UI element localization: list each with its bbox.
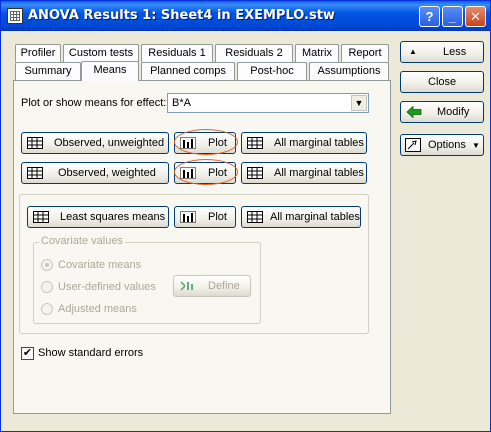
observed-weighted-plot-button[interactable]: Plot (174, 162, 236, 184)
table-grid-icon (27, 167, 43, 179)
tab-post-hoc[interactable]: Post-hoc (237, 62, 307, 80)
tab-residuals-2[interactable]: Residuals 2 (215, 44, 293, 62)
dropdown-arrow-icon[interactable]: ▼ (351, 95, 367, 111)
help-button[interactable]: ? (419, 6, 440, 27)
covariate-values-label: Covariate values (39, 235, 125, 247)
table-grid-icon (33, 211, 49, 223)
app-spreadsheet-icon[interactable] (7, 8, 23, 24)
observed-unweighted-label: Observed, unweighted (54, 137, 165, 149)
help-icon: ? (425, 9, 434, 24)
effect-value: B*A (172, 97, 191, 109)
options-label: Options (428, 139, 466, 151)
close-icon: ✕ (470, 9, 481, 24)
covariate-means-radio[interactable] (41, 259, 53, 271)
less-label: Less (443, 46, 467, 58)
tab-summary[interactable]: Summary (15, 62, 81, 80)
tab-profiler[interactable]: Profiler (15, 44, 61, 62)
bar-plot-icon (180, 167, 196, 179)
modify-button[interactable]: Modify (400, 101, 484, 123)
options-button[interactable]: Options ▼ (400, 134, 484, 156)
options-icon (405, 138, 421, 152)
least-squares-marginal-label: All marginal tables (270, 211, 360, 223)
show-standard-errors-label: Show standard errors (38, 347, 144, 359)
tab-residuals-1[interactable]: Residuals 1 (141, 44, 213, 62)
title-bar[interactable]: ANOVA Results 1: Sheet4 in EXEMPLO.stw ?… (1, 1, 490, 31)
tab-assumptions[interactable]: Assumptions (309, 62, 389, 80)
user-defined-values-radio[interactable] (41, 281, 53, 293)
least-squares-marginal-button[interactable]: All marginal tables (241, 206, 361, 228)
bar-plot-icon (180, 137, 196, 149)
tab-means[interactable]: Means (81, 61, 139, 81)
least-squares-means-label: Least squares means (60, 211, 166, 223)
modify-label: Modify (437, 106, 470, 118)
close-window-button[interactable]: ✕ (465, 6, 486, 27)
chevron-down-icon: ▼ (472, 141, 480, 150)
effect-select[interactable]: B*A ▼ (167, 93, 369, 113)
minimize-icon: _ (448, 9, 457, 24)
adjusted-means-label: Adjusted means (58, 303, 137, 315)
observed-unweighted-button[interactable]: Observed, unweighted (21, 132, 169, 154)
observed-weighted-label: Observed, weighted (58, 167, 156, 179)
tab-custom-tests[interactable]: Custom tests (63, 44, 139, 62)
table-grid-icon (247, 211, 263, 223)
observed-weighted-marginal-button[interactable]: All marginal tables (241, 162, 367, 184)
covariate-means-label: Covariate means (58, 259, 142, 271)
less-button[interactable]: ▲ Less (400, 41, 484, 63)
close-button[interactable]: Close (400, 71, 484, 93)
adjusted-means-radio[interactable] (41, 303, 53, 315)
tab-report[interactable]: Report (341, 44, 389, 62)
minimize-button[interactable]: _ (442, 6, 463, 27)
effect-label: Plot or show means for effect: (21, 97, 167, 109)
user-defined-values-label: User-defined values (58, 281, 156, 293)
bar-plot-icon (180, 211, 196, 223)
checkmark-icon: ✔ (22, 347, 33, 359)
table-grid-icon (27, 137, 43, 149)
table-grid-icon (247, 167, 263, 179)
observed-weighted-plot-label: Plot (208, 167, 227, 179)
define-values-icon (180, 281, 193, 291)
observed-unweighted-marginal-button[interactable]: All marginal tables (241, 132, 367, 154)
observed-unweighted-plot-label: Plot (208, 137, 227, 149)
caret-up-icon: ▲ (409, 47, 417, 56)
observed-unweighted-plot-button[interactable]: Plot (174, 132, 236, 154)
window-title: ANOVA Results 1: Sheet4 in EXEMPLO.stw (28, 8, 335, 23)
show-standard-errors-checkbox[interactable]: ✔ (21, 347, 34, 360)
observed-weighted-button[interactable]: Observed, weighted (21, 162, 169, 184)
tab-matrix[interactable]: Matrix (295, 44, 339, 62)
define-button[interactable]: Define (173, 275, 251, 297)
anova-results-window: ANOVA Results 1: Sheet4 in EXEMPLO.stw ?… (0, 0, 491, 432)
least-squares-means-button[interactable]: Least squares means (27, 206, 169, 228)
observed-weighted-marginal-label: All marginal tables (274, 167, 364, 179)
green-left-arrow-icon (406, 106, 422, 118)
close-label: Close (428, 76, 457, 88)
tab-planned-comps[interactable]: Planned comps (141, 62, 235, 80)
table-grid-icon (247, 137, 263, 149)
least-squares-plot-label: Plot (208, 211, 227, 223)
observed-unweighted-marginal-label: All marginal tables (274, 137, 364, 149)
define-label: Define (208, 280, 240, 292)
least-squares-plot-button[interactable]: Plot (174, 206, 236, 228)
